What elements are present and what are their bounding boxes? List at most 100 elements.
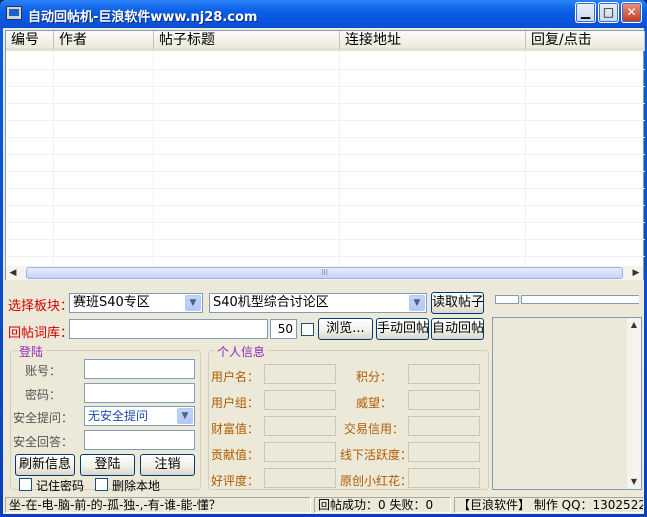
progress-bar (495, 293, 640, 307)
scroll-right-icon[interactable]: ▶ (629, 266, 643, 280)
security-answer-input[interactable] (84, 430, 195, 450)
reply-library-checkbox[interactable] (301, 323, 314, 336)
chevron-down-icon[interactable]: ▼ (185, 295, 201, 311)
grid-line (53, 51, 54, 265)
reply-library-path-input[interactable] (69, 319, 268, 339)
contribution-field (264, 442, 336, 462)
grid-line (6, 86, 645, 87)
grid-line (6, 154, 645, 155)
forum-select-value: 赛班S40专区 (73, 295, 150, 310)
status-message: 坐-在-电-脑-前-的-孤-独-,-有-谁-能-懂？ (5, 497, 311, 513)
grid-line (6, 188, 645, 189)
points-label: 积分： (356, 370, 393, 384)
progress-segment (495, 295, 519, 304)
offline-activity-field (408, 442, 480, 462)
wealth-field (264, 416, 336, 436)
title-bar[interactable]: 自动回帖机-巨浪软件www.nj28.com ▁ □ ✕ (0, 0, 647, 28)
login-button[interactable]: 登陆 (80, 454, 135, 476)
grid-line (6, 137, 645, 138)
column-header-title[interactable]: 帖子标题 (154, 31, 340, 51)
grid-line (6, 256, 645, 257)
close-button[interactable]: ✕ (621, 2, 642, 23)
security-question-select[interactable]: 无安全提问 ▼ (84, 406, 195, 426)
forum-select[interactable]: 赛班S40专区 ▼ (69, 293, 203, 313)
password-input[interactable] (84, 383, 195, 403)
subforum-select-value: S40机型综合讨论区 (213, 295, 329, 310)
auto-reply-button[interactable]: 自动回帖 (431, 318, 484, 340)
status-credits: 【巨浪软件】 制作 QQ：1302522245 (454, 497, 644, 513)
grid-line (6, 103, 645, 104)
grid-line (6, 69, 645, 70)
offline-activity-label: 线下活跃度： (340, 448, 413, 462)
account-input[interactable] (84, 359, 195, 379)
vertical-scrollbar[interactable]: ▲ ▼ (627, 318, 641, 489)
read-posts-button[interactable]: 读取帖子 (431, 292, 484, 314)
client-area: 编号 作者 帖子标题 连接地址 回复/点击 ◀ III ▶ 选择板块： 赛班S4… (3, 28, 645, 514)
column-header-author[interactable]: 作者 (54, 31, 154, 51)
select-board-label: 选择板块： (8, 299, 74, 314)
security-question-value: 无安全提问 (88, 409, 149, 423)
browse-button[interactable]: 浏览... (318, 318, 373, 340)
window-title: 自动回帖机-巨浪软件www.nj28.com (28, 10, 258, 25)
refresh-info-button[interactable]: 刷新信息 (15, 454, 75, 476)
post-list[interactable]: 编号 作者 帖子标题 连接地址 回复/点击 ◀ III ▶ (5, 30, 645, 280)
grid-line (525, 51, 526, 265)
rating-field (264, 468, 336, 488)
chevron-down-icon[interactable]: ▼ (409, 295, 425, 311)
username-label: 用户名： (211, 370, 260, 384)
username-field (264, 364, 336, 384)
grid-line (6, 239, 645, 240)
logout-button[interactable]: 注销 (140, 454, 195, 476)
grid-line (339, 51, 340, 265)
reply-library-label: 回帖词库： (8, 326, 74, 341)
scroll-left-icon[interactable]: ◀ (6, 266, 20, 280)
reply-count-input[interactable]: 50 (270, 319, 297, 339)
column-header-url[interactable]: 连接地址 (340, 31, 526, 51)
prestige-field (408, 390, 480, 410)
delete-cookies-checkbox[interactable] (95, 478, 108, 491)
grid-line (6, 171, 645, 172)
column-header-reply-click[interactable]: 回复/点击 (526, 31, 645, 51)
contribution-label: 贡献值： (211, 448, 260, 462)
login-group: 登陆 账号： 密码： 安全提问： 无安全提问 ▼ 安全回答： 刷新信息 登陆 注… (10, 343, 201, 508)
chevron-down-icon[interactable]: ▼ (177, 408, 193, 424)
trade-credit-label: 交易信用： (344, 422, 405, 436)
original-flowers-label: 原创小红花： (340, 474, 413, 488)
user-group-field (264, 390, 336, 410)
security-question-label: 安全提问： (13, 411, 74, 425)
maximize-button[interactable]: □ (598, 2, 619, 23)
progress-track (521, 295, 639, 304)
account-label: 账号： (25, 364, 62, 378)
remember-password-checkbox[interactable] (19, 478, 32, 491)
grid-line (6, 222, 645, 223)
grid-line (6, 120, 645, 121)
manual-reply-button[interactable]: 手动回帖 (376, 318, 429, 340)
login-group-title: 登陆 (17, 343, 46, 360)
app-monitor-icon (6, 6, 22, 20)
list-header: 编号 作者 帖子标题 连接地址 回复/点击 (6, 31, 645, 51)
trade-credit-field (408, 416, 480, 436)
remember-password-label: 记住密码 (36, 479, 85, 493)
wealth-label: 财富值： (211, 422, 260, 436)
original-flowers-field (408, 468, 480, 488)
personal-info-group-title: 个人信息 (215, 343, 268, 360)
scroll-down-icon[interactable]: ▼ (627, 475, 641, 489)
rating-label: 好评度： (211, 474, 260, 488)
points-field (408, 364, 480, 384)
column-header-id[interactable]: 编号 (6, 31, 54, 51)
user-group-label: 用户组： (211, 396, 260, 410)
log-panel[interactable]: ▲ ▼ (492, 317, 642, 490)
prestige-label: 威望： (356, 396, 393, 410)
personal-info-group: 个人信息 用户名： 用户组： 财富值： 贡献值： 好评度： 积分： 威望： 交易… (208, 343, 489, 490)
main-window: 自动回帖机-巨浪软件www.nj28.com ▁ □ ✕ 编号 作者 帖子标题 … (0, 0, 647, 517)
minimize-button[interactable]: ▁ (575, 2, 596, 23)
status-reply-stats: 回帖成功：0 失败：0 (314, 497, 451, 513)
grid-line (6, 205, 645, 206)
subforum-select[interactable]: S40机型综合讨论区 ▼ (209, 293, 427, 313)
security-answer-label: 安全回答： (13, 435, 74, 449)
status-bar: 坐-在-电-脑-前-的-孤-独-,-有-谁-能-懂？ 回帖成功：0 失败：0 【… (3, 495, 644, 514)
horizontal-scrollbar[interactable]: ◀ III ▶ (6, 266, 643, 280)
scroll-thumb[interactable]: III (26, 267, 623, 279)
password-label: 密码： (25, 388, 62, 402)
scroll-up-icon[interactable]: ▲ (627, 318, 641, 332)
